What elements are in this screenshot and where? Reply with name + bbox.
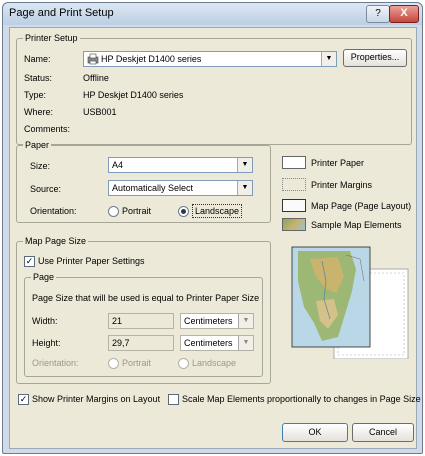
paper-source-combo[interactable]: Automatically Select ▼	[108, 180, 253, 196]
show-margins-checkbox[interactable]: ✓	[18, 394, 29, 405]
legend-sample-map: Sample Map Elements	[311, 220, 402, 230]
checkmark-icon: ✓	[25, 256, 34, 266]
where-label: Where:	[24, 107, 54, 117]
cancel-button[interactable]: Cancel	[352, 423, 414, 442]
map-page-size-legend: Map Page Size	[23, 236, 89, 246]
page-landscape-radio[interactable]	[178, 358, 189, 369]
comments-label: Comments:	[24, 124, 71, 134]
properties-button[interactable]: Properties...	[343, 49, 407, 67]
scale-elements-checkbox[interactable]	[168, 394, 179, 405]
window-title: Page and Print Setup	[9, 7, 114, 19]
width-field[interactable]: 21	[108, 313, 174, 329]
where-value: USB001	[83, 107, 117, 117]
printer-paper-swatch	[282, 156, 306, 169]
page-landscape-label: Landscape	[192, 358, 237, 368]
chevron-down-icon[interactable]: ▼	[237, 158, 252, 172]
status-value: Offline	[83, 73, 109, 83]
width-unit-combo[interactable]: Centimeters ▼	[180, 313, 254, 329]
legend-map-page: Map Page (Page Layout)	[311, 201, 412, 211]
printer-name-value: HP Deskjet D1400 series	[101, 54, 202, 64]
paper-legend: Paper	[23, 140, 52, 150]
printer-icon	[87, 53, 99, 65]
legend-printer-margins: Printer Margins	[311, 180, 373, 190]
sample-map-swatch	[282, 218, 306, 231]
page-portrait-radio[interactable]	[108, 358, 119, 369]
width-label: Width:	[32, 316, 58, 326]
paper-source-value: Automatically Select	[112, 183, 194, 193]
chevron-down-icon[interactable]: ▼	[237, 181, 252, 195]
paper-size-value: A4	[112, 160, 124, 170]
width-unit-value: Centimeters	[184, 316, 233, 326]
type-value: HP Deskjet D1400 series	[83, 90, 184, 100]
height-label: Height:	[32, 338, 61, 348]
type-label: Type:	[24, 90, 47, 100]
landscape-radio[interactable]	[178, 206, 189, 217]
use-printer-settings-label: Use Printer Paper Settings	[38, 256, 145, 266]
checkmark-icon: ✓	[19, 394, 28, 404]
scale-elements-label: Scale Map Elements proportionally to cha…	[182, 394, 421, 404]
map-page-swatch	[282, 199, 306, 212]
printer-name-combo[interactable]: HP Deskjet D1400 series ▼	[83, 51, 337, 67]
layout-preview	[291, 246, 409, 359]
legend-printer-paper: Printer Paper	[311, 158, 365, 168]
chevron-down-icon[interactable]: ▼	[238, 336, 253, 350]
show-margins-label: Show Printer Margins on Layout	[32, 394, 161, 404]
page-size-note: Page Size that will be used is equal to …	[32, 293, 260, 303]
landscape-label: Landscape	[192, 204, 243, 218]
height-unit-combo[interactable]: Centimeters ▼	[180, 335, 254, 351]
portrait-radio[interactable]	[108, 206, 119, 217]
printer-margins-swatch	[282, 178, 306, 191]
close-button[interactable]: X	[389, 5, 419, 23]
orientation-label: Orientation:	[30, 206, 77, 216]
page-portrait-label: Portrait	[122, 358, 152, 368]
width-value: 21	[112, 316, 123, 326]
page-legend: Page	[31, 272, 57, 282]
help-button[interactable]: ?	[366, 5, 390, 23]
ok-button[interactable]: OK	[282, 423, 348, 442]
height-unit-value: Centimeters	[184, 338, 233, 348]
height-value: 29,7	[112, 338, 130, 348]
paper-size-combo[interactable]: A4 ▼	[108, 157, 253, 173]
page-orientation-label: Orientation:	[32, 358, 79, 368]
chevron-down-icon[interactable]: ▼	[321, 52, 336, 66]
status-label: Status:	[24, 73, 53, 83]
chevron-down-icon[interactable]: ▼	[238, 314, 253, 328]
height-field[interactable]: 29,7	[108, 335, 174, 351]
printer-setup-legend: Printer Setup	[23, 33, 80, 43]
portrait-label: Portrait	[122, 206, 152, 216]
dialog-window: Page and Print Setup ? X Printer Setup N…	[2, 2, 423, 454]
use-printer-settings-checkbox[interactable]: ✓	[24, 256, 35, 267]
source-label: Source:	[30, 184, 62, 194]
dialog-body: Printer Setup Name: HP Deskjet D1400 ser…	[9, 27, 421, 449]
title-bar[interactable]: Page and Print Setup ? X	[3, 3, 422, 25]
size-label: Size:	[30, 161, 51, 171]
name-label: Name:	[24, 54, 51, 64]
